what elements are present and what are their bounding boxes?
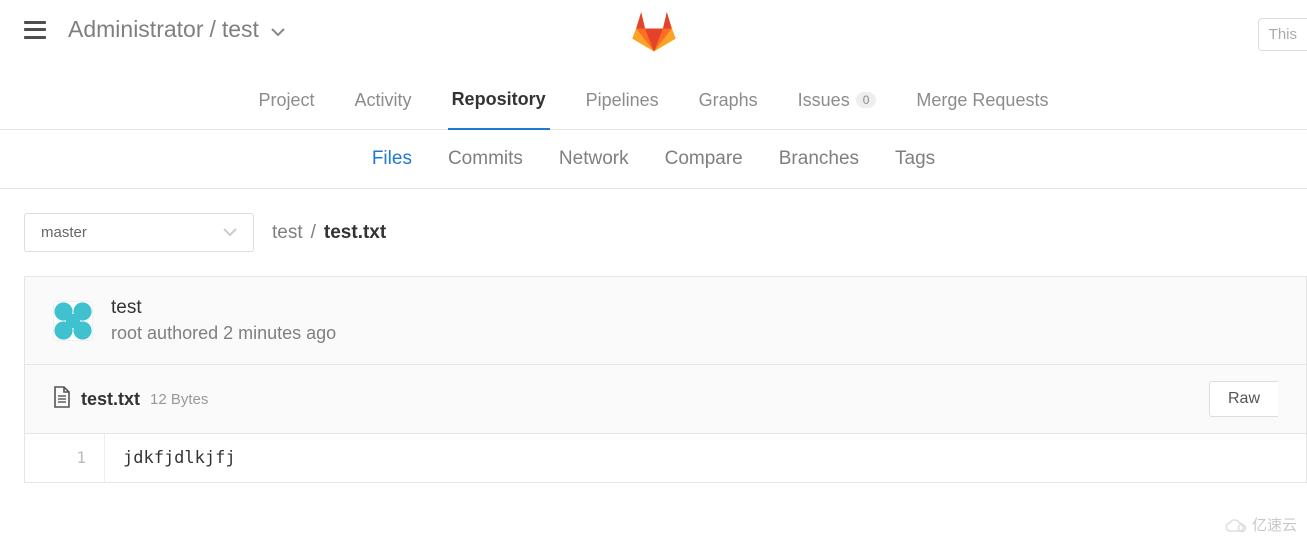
gitlab-logo-icon[interactable]	[629, 8, 679, 58]
sub-tags[interactable]: Tags	[895, 148, 935, 170]
tab-project[interactable]: Project	[255, 89, 319, 129]
hamburger-icon[interactable]	[24, 21, 46, 39]
main-nav: Project Activity Repository Pipelines Gr…	[0, 53, 1307, 130]
avatar[interactable]	[53, 301, 93, 341]
branch-select[interactable]: master	[24, 213, 254, 252]
file-path-breadcrumb: test / test.txt	[272, 222, 386, 244]
file-size: 12 Bytes	[150, 391, 208, 408]
raw-button[interactable]: Raw	[1209, 381, 1278, 417]
sub-branches[interactable]: Branches	[779, 148, 859, 170]
owner-link[interactable]: Administrator	[68, 16, 203, 43]
branch-selected-label: master	[41, 224, 87, 241]
commit-title[interactable]: test	[111, 297, 336, 319]
file-content: 1 jdkfjdlkjfj	[25, 434, 1306, 482]
tab-graphs[interactable]: Graphs	[695, 89, 762, 129]
sub-network[interactable]: Network	[559, 148, 629, 170]
sub-files[interactable]: Files	[372, 148, 412, 170]
breadcrumb-separator: /	[209, 16, 215, 43]
sub-commits[interactable]: Commits	[448, 148, 523, 170]
project-breadcrumb: Administrator / test	[68, 16, 285, 43]
project-dropdown-caret[interactable]	[271, 16, 285, 43]
repo-sub-nav: Files Commits Network Compare Branches T…	[0, 130, 1307, 189]
last-commit: test root authored 2 minutes ago	[25, 277, 1306, 365]
tab-issues[interactable]: Issues 0	[794, 89, 881, 129]
chevron-down-icon	[223, 224, 237, 241]
file-name: test.txt	[81, 389, 140, 410]
path-current: test.txt	[324, 222, 386, 244]
search-input[interactable]: This	[1258, 18, 1307, 51]
file-panel: test root authored 2 minutes ago	[24, 276, 1307, 483]
tab-activity[interactable]: Activity	[351, 89, 416, 129]
line-number: 1	[25, 434, 105, 482]
file-icon	[53, 386, 71, 412]
path-root[interactable]: test	[272, 222, 303, 244]
issues-count-badge: 0	[856, 92, 877, 108]
path-separator: /	[311, 222, 316, 244]
tab-merge-requests[interactable]: Merge Requests	[912, 89, 1052, 129]
sub-compare[interactable]: Compare	[665, 148, 743, 170]
project-link[interactable]: test	[222, 16, 259, 43]
tab-repository[interactable]: Repository	[448, 89, 550, 130]
commit-meta: root authored 2 minutes ago	[111, 323, 336, 344]
code-line: jdkfjdlkjfj	[105, 434, 254, 482]
watermark: 亿速云	[1224, 514, 1297, 535]
tab-pipelines[interactable]: Pipelines	[582, 89, 663, 129]
